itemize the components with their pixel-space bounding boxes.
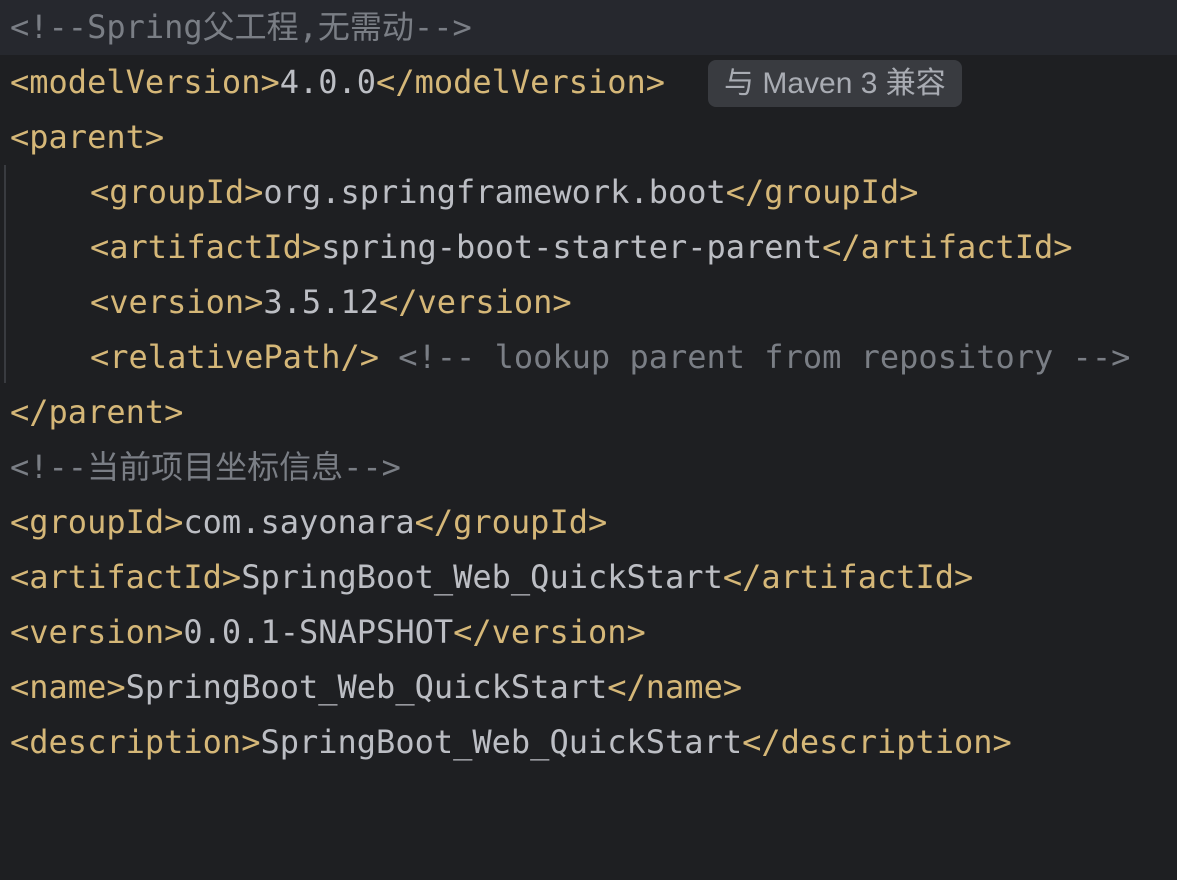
code-line[interactable]: <artifactId>SpringBoot_Web_QuickStart</a… [0, 550, 1177, 605]
code-editor[interactable]: <!--Spring父工程,无需动--> <modelVersion>4.0.0… [0, 0, 1177, 772]
xml-open-tag: <artifactId> [90, 228, 322, 266]
xml-open-tag: <version> [90, 283, 264, 321]
xml-open-tag: <parent> [10, 118, 165, 156]
xml-text: SpringBoot_Web_QuickStart [241, 558, 723, 596]
xml-open-tag: <modelVersion> [10, 63, 280, 101]
xml-text: 0.0.1-SNAPSHOT [183, 613, 454, 651]
code-line[interactable]: <!--Spring父工程,无需动--> [0, 0, 1177, 55]
code-line[interactable]: <version>3.5.12</version> [0, 275, 1177, 330]
code-line[interactable]: <parent> [0, 110, 1177, 165]
xml-text: 3.5.12 [263, 283, 379, 321]
xml-open-tag: <groupId> [90, 173, 264, 211]
xml-close-tag: </artifactId> [822, 228, 1073, 266]
code-line[interactable]: <modelVersion>4.0.0</modelVersion> 与 Mav… [0, 55, 1177, 110]
xml-close-tag: </artifactId> [722, 558, 974, 596]
code-line[interactable]: <groupId>org.springframework.boot</group… [0, 165, 1177, 220]
xml-open-tag: <version> [10, 613, 184, 651]
code-line[interactable]: <relativePath/> <!-- lookup parent from … [0, 330, 1177, 385]
xml-text: org.springframework.boot [263, 173, 726, 211]
xml-close-tag: </parent> [10, 393, 184, 431]
xml-close-tag: </groupId> [725, 173, 919, 211]
xml-text: com.sayonara [183, 503, 415, 541]
xml-text: SpringBoot_Web_QuickStart [260, 723, 743, 761]
xml-comment: <!--当前项目坐标信息--> [10, 448, 401, 486]
xml-close-tag: </name> [607, 668, 743, 706]
xml-open-tag: <name> [10, 668, 126, 706]
code-line[interactable]: <artifactId>spring-boot-starter-parent</… [0, 220, 1177, 275]
xml-open-tag: <artifactId> [10, 558, 242, 596]
xml-comment: <!-- lookup parent from repository --> [378, 338, 1131, 376]
code-line[interactable]: <version>0.0.1-SNAPSHOT</version> [0, 605, 1177, 660]
xml-close-tag: </version> [453, 613, 646, 651]
xml-text: 4.0.0 [279, 63, 377, 101]
code-line[interactable]: <name>SpringBoot_Web_QuickStart</name> [0, 660, 1177, 715]
xml-text: SpringBoot_Web_QuickStart [125, 668, 608, 706]
xml-close-tag: </version> [378, 283, 572, 321]
xml-self-closing-tag: <relativePath/> [90, 338, 379, 376]
xml-text: spring-boot-starter-parent [321, 228, 823, 266]
xml-close-tag: </description> [742, 723, 1012, 761]
xml-open-tag: <groupId> [10, 503, 184, 541]
code-line[interactable]: <!--当前项目坐标信息--> [0, 440, 1177, 495]
xml-close-tag: </modelVersion> [376, 63, 666, 101]
code-line[interactable]: </parent> [0, 385, 1177, 440]
xml-open-tag: <description> [10, 723, 261, 761]
code-line[interactable]: <description>SpringBoot_Web_QuickStart</… [0, 715, 1177, 770]
xml-close-tag: </groupId> [414, 503, 608, 541]
code-line[interactable]: <groupId>com.sayonara</groupId> [0, 495, 1177, 550]
xml-comment: <!--Spring父工程,无需动--> [10, 8, 472, 46]
inlay-hint[interactable]: 与 Maven 3 兼容 [708, 60, 962, 107]
